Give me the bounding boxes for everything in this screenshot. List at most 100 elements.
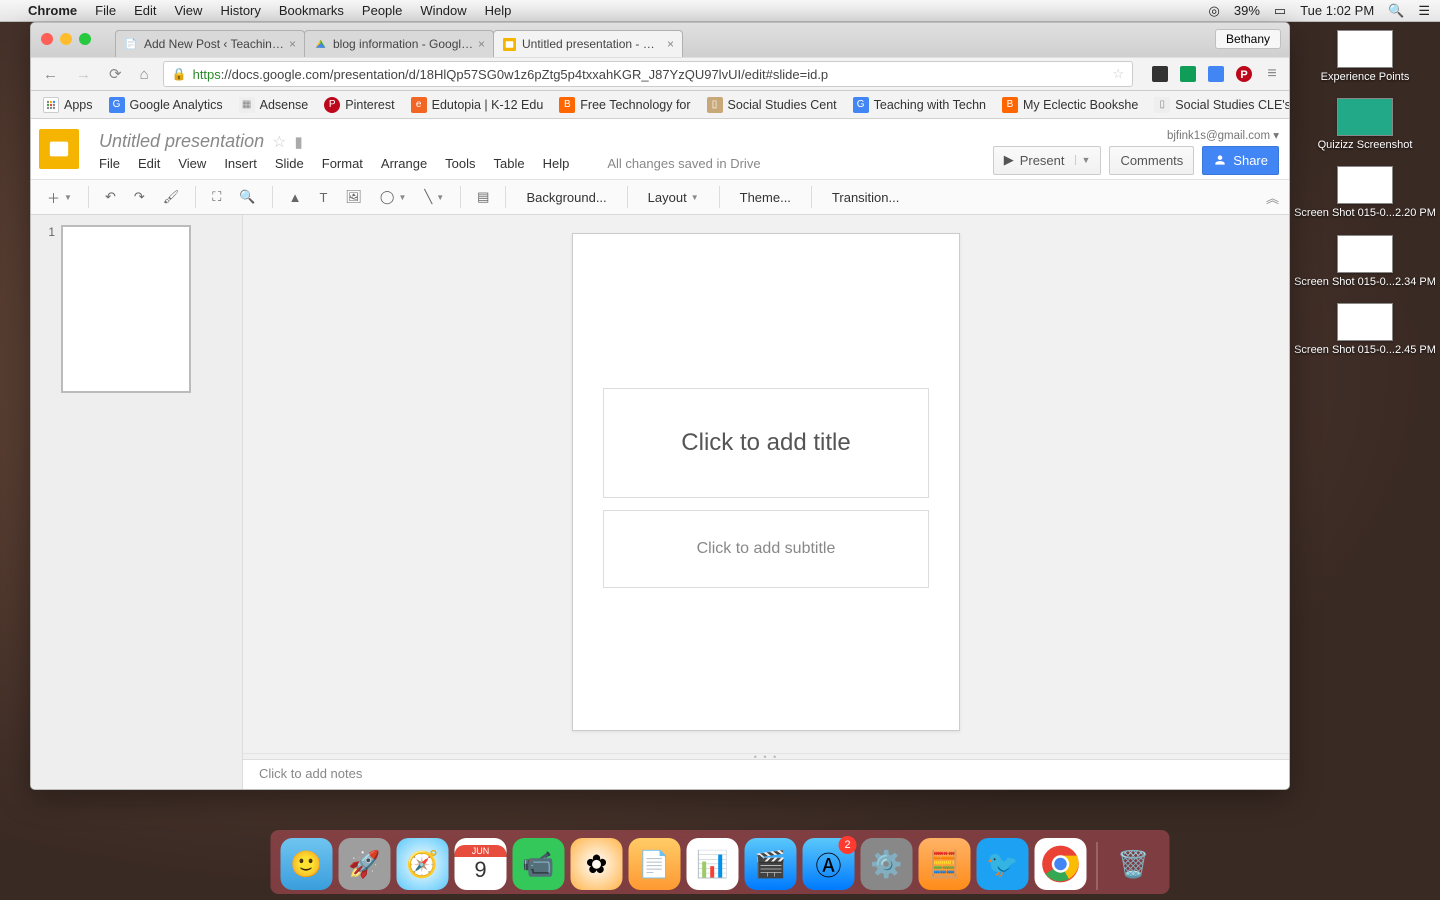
background-button[interactable]: Background...	[516, 186, 616, 209]
close-tab-icon[interactable]: ×	[478, 37, 485, 51]
undo-button[interactable]: ↶	[99, 185, 122, 209]
desktop-icon[interactable]: Quizizz Screenshot	[1305, 98, 1425, 152]
slide-canvas[interactable]: Click to add title Click to add subtitle	[572, 233, 960, 731]
bookmark-item[interactable]: BFree Technology for	[555, 95, 694, 115]
menu-edit[interactable]: Edit	[138, 156, 160, 171]
share-button[interactable]: Share	[1202, 146, 1279, 175]
menu-view[interactable]: View	[178, 156, 206, 171]
slides-logo-icon[interactable]	[39, 129, 79, 169]
subtitle-placeholder[interactable]: Click to add subtitle	[603, 510, 929, 588]
chrome-menu-icon[interactable]: ≡	[1263, 65, 1281, 83]
transition-button[interactable]: Transition...	[822, 186, 909, 209]
keynote-icon[interactable]: 🎬	[745, 838, 797, 890]
bookmark-item[interactable]: eEdutopia | K-12 Edu	[407, 95, 548, 115]
menu-help[interactable]: Help	[485, 3, 512, 18]
photos-icon[interactable]: ✿	[571, 838, 623, 890]
textbox-tool-button[interactable]: T	[313, 186, 333, 209]
menu-insert[interactable]: Insert	[224, 156, 257, 171]
bookmark-item[interactable]: Apps	[39, 95, 97, 115]
calendar-icon[interactable]: JUN9	[455, 838, 507, 890]
chevron-down-icon[interactable]: ▼	[1075, 155, 1091, 165]
menu-edit[interactable]: Edit	[134, 3, 156, 18]
bookmark-item[interactable]: BMy Eclectic Bookshe	[998, 95, 1142, 115]
calculator-icon[interactable]: 🧮	[919, 838, 971, 890]
shape-tool-button[interactable]: ◯▼	[374, 185, 412, 209]
menu-people[interactable]: People	[362, 3, 402, 18]
speaker-notes[interactable]: Click to add notes	[243, 759, 1289, 789]
menu-bookmarks[interactable]: Bookmarks	[279, 3, 344, 18]
desktop-icon[interactable]: Screen Shot 015-0...2.34 PM	[1305, 235, 1425, 289]
account-email[interactable]: bjfink1s@gmail.com ▾	[1167, 128, 1279, 142]
slide-canvas-area[interactable]: Click to add title Click to add subtitle	[243, 215, 1289, 789]
star-icon[interactable]: ☆	[1112, 66, 1124, 82]
minimize-window-button[interactable]	[60, 33, 72, 45]
bookmark-item[interactable]: PPinterest	[320, 95, 398, 115]
chrome-profile-button[interactable]: Bethany	[1215, 29, 1281, 49]
menu-help[interactable]: Help	[543, 156, 570, 171]
collapse-toolbar-icon[interactable]: ︽	[1266, 188, 1279, 207]
browser-tab-active[interactable]: Untitled presentation - Goo ×	[493, 30, 683, 57]
menu-table[interactable]: Table	[494, 156, 525, 171]
zoom-button[interactable]: 🔍	[233, 185, 261, 209]
paint-format-button[interactable]: 🖌	[157, 185, 186, 209]
image-tool-button[interactable]: 🖼	[339, 185, 368, 209]
menu-list-icon[interactable]: ☰	[1418, 3, 1430, 19]
theme-button[interactable]: Theme...	[730, 186, 801, 209]
zoom-fit-button[interactable]: ⛶	[206, 185, 227, 209]
bookmark-item[interactable]: ▯Social Studies CLE's	[1150, 95, 1290, 115]
menu-view[interactable]: View	[174, 3, 202, 18]
numbers-icon[interactable]: 📊	[687, 838, 739, 890]
menu-history[interactable]: History	[220, 3, 260, 18]
pinterest-extension-icon[interactable]: P	[1235, 65, 1253, 83]
new-slide-button[interactable]: ＋▼	[41, 184, 78, 211]
desktop-icon[interactable]: Experience Points	[1305, 30, 1425, 84]
menu-window[interactable]: Window	[420, 3, 466, 18]
systempreferences-icon[interactable]: ⚙️	[861, 838, 913, 890]
close-tab-icon[interactable]: ×	[667, 37, 674, 51]
address-bar[interactable]: 🔒 https://docs.google.com/presentation/d…	[163, 61, 1133, 87]
launchpad-icon[interactable]: 🚀	[339, 838, 391, 890]
bookmark-item[interactable]: ▯Social Studies Cent	[703, 95, 841, 115]
layout-button[interactable]: Layout▼	[638, 186, 709, 209]
browser-tab[interactable]: 📄 Add New Post ‹ Teaching w ×	[115, 30, 305, 57]
home-button[interactable]: ⌂	[136, 64, 153, 85]
extension-icon[interactable]	[1207, 65, 1225, 83]
redo-button[interactable]: ↷	[128, 185, 151, 209]
battery-icon[interactable]: ▭	[1274, 3, 1286, 19]
menu-tools[interactable]: Tools	[445, 156, 475, 171]
menu-slide[interactable]: Slide	[275, 156, 304, 171]
airdrop-icon[interactable]: ◎	[1209, 3, 1220, 19]
finder-icon[interactable]: 🙂	[281, 838, 333, 890]
desktop-icon[interactable]: Screen Shot 015-0...2.20 PM	[1305, 166, 1425, 220]
close-tab-icon[interactable]: ×	[289, 37, 296, 51]
menu-file[interactable]: File	[95, 3, 116, 18]
trash-icon[interactable]: 🗑️	[1108, 838, 1160, 890]
forward-button[interactable]: →	[72, 64, 95, 85]
menubar-app[interactable]: Chrome	[28, 3, 77, 18]
menu-format[interactable]: Format	[322, 156, 363, 171]
extension-icon[interactable]	[1151, 65, 1169, 83]
slide-thumbnail[interactable]	[61, 225, 191, 393]
reload-button[interactable]: ⟳	[105, 63, 126, 85]
present-button[interactable]: ▶Present▼	[993, 146, 1102, 175]
menu-arrange[interactable]: Arrange	[381, 156, 427, 171]
comment-tool-button[interactable]: ▤	[471, 185, 495, 209]
chrome-icon[interactable]	[1035, 838, 1087, 890]
close-window-button[interactable]	[41, 33, 53, 45]
twitter-icon[interactable]: 🐦	[977, 838, 1029, 890]
title-placeholder[interactable]: Click to add title	[603, 388, 929, 498]
extension-icon[interactable]	[1179, 65, 1197, 83]
browser-tab[interactable]: blog information - Google D ×	[304, 30, 494, 57]
clock[interactable]: Tue 1:02 PM	[1300, 3, 1374, 18]
desktop-icon[interactable]: Screen Shot 015-0...2.45 PM	[1305, 303, 1425, 357]
appstore-icon[interactable]: Ⓐ2	[803, 838, 855, 890]
menu-file[interactable]: File	[99, 156, 120, 171]
safari-icon[interactable]: 🧭	[397, 838, 449, 890]
line-tool-button[interactable]: ╲▼	[418, 185, 450, 209]
pages-icon[interactable]: 📄	[629, 838, 681, 890]
folder-icon[interactable]: ▮	[294, 133, 302, 151]
select-tool-button[interactable]: ▲	[283, 186, 308, 209]
bookmark-item[interactable]: ▦Adsense	[235, 95, 313, 115]
spotlight-icon[interactable]: 🔍	[1388, 3, 1404, 19]
comments-button[interactable]: Comments	[1109, 146, 1194, 175]
